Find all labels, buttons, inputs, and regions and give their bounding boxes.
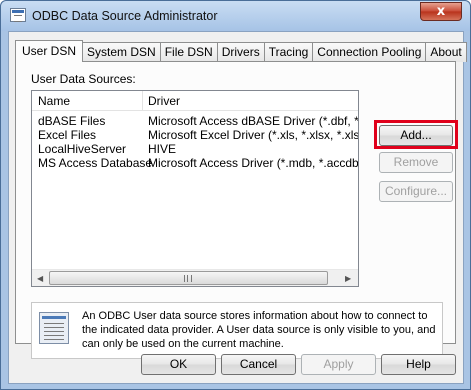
- dsn-driver: Microsoft Access Driver (*.mdb, *.accdb): [148, 156, 358, 170]
- scroll-left-arrow-icon[interactable]: ◀: [37, 274, 43, 283]
- highlight-box: [374, 120, 458, 149]
- cancel-button[interactable]: Cancel: [221, 354, 296, 375]
- data-source-list[interactable]: Name Driver dBASE Files Microsoft Access…: [31, 90, 359, 287]
- column-header-driver[interactable]: Driver: [148, 94, 180, 108]
- close-button[interactable]: x: [420, 2, 462, 21]
- tab-user-dsn[interactable]: User DSN: [15, 40, 84, 62]
- remove-button[interactable]: Remove: [379, 152, 453, 173]
- user-data-sources-label: User Data Sources:: [31, 72, 136, 86]
- list-header: Name Driver: [32, 91, 358, 111]
- tab-file-dsn[interactable]: File DSN: [159, 42, 218, 62]
- odbc-window: ODBC Data Source Administrator x User DS…: [0, 0, 471, 390]
- dsn-name: Excel Files: [38, 128, 97, 142]
- tab-strip: User DSN System DSN File DSN Drivers Tra…: [15, 40, 467, 62]
- dsn-driver: Microsoft Access dBASE Driver (*.dbf, *.…: [148, 114, 358, 128]
- scroll-thumb[interactable]: [49, 271, 328, 285]
- tab-connection-pooling[interactable]: Connection Pooling: [312, 42, 427, 62]
- info-text: An ODBC User data source stores informat…: [82, 310, 436, 350]
- tab-drivers[interactable]: Drivers: [216, 42, 265, 62]
- odbc-app-icon: [10, 8, 26, 22]
- list-item[interactable]: MS Access Database Microsoft Access Driv…: [32, 156, 358, 170]
- list-item[interactable]: dBASE Files Microsoft Access dBASE Drive…: [32, 114, 358, 128]
- scroll-right-arrow-icon[interactable]: ▶: [345, 274, 351, 283]
- tab-system-dsn[interactable]: System DSN: [82, 42, 161, 62]
- window-title: ODBC Data Source Administrator: [32, 9, 218, 23]
- help-button[interactable]: Help: [381, 354, 456, 375]
- info-box: An ODBC User data source stores informat…: [31, 302, 443, 359]
- column-header-name[interactable]: Name: [38, 94, 70, 108]
- dsn-name: LocalHiveServer: [38, 142, 127, 156]
- data-source-icon: [39, 312, 69, 344]
- user-dsn-panel: User Data Sources: Name Driver dBASE Fil…: [15, 61, 458, 359]
- list-item[interactable]: Excel Files Microsoft Excel Driver (*.xl…: [32, 128, 358, 142]
- column-separator[interactable]: [142, 91, 143, 111]
- list-item[interactable]: LocalHiveServer HIVE: [32, 142, 358, 156]
- apply-button[interactable]: Apply: [301, 354, 376, 375]
- dsn-driver: Microsoft Excel Driver (*.xls, *.xlsx, *…: [148, 128, 358, 142]
- configure-button[interactable]: Configure...: [379, 181, 453, 202]
- ok-button[interactable]: OK: [141, 354, 216, 375]
- grip-icon: [184, 275, 192, 282]
- dsn-name: dBASE Files: [38, 114, 106, 128]
- horizontal-scrollbar[interactable]: ◀ ▶: [32, 269, 358, 286]
- dsn-driver: HIVE: [148, 142, 177, 156]
- list-rows: dBASE Files Microsoft Access dBASE Drive…: [32, 114, 358, 170]
- tab-tracing[interactable]: Tracing: [263, 42, 314, 62]
- tab-about[interactable]: About: [425, 42, 467, 62]
- dsn-name: MS Access Database: [38, 156, 153, 170]
- dialog-client: User DSN System DSN File DSN Drivers Tra…: [8, 31, 467, 384]
- title-bar[interactable]: ODBC Data Source Administrator x: [1, 1, 470, 31]
